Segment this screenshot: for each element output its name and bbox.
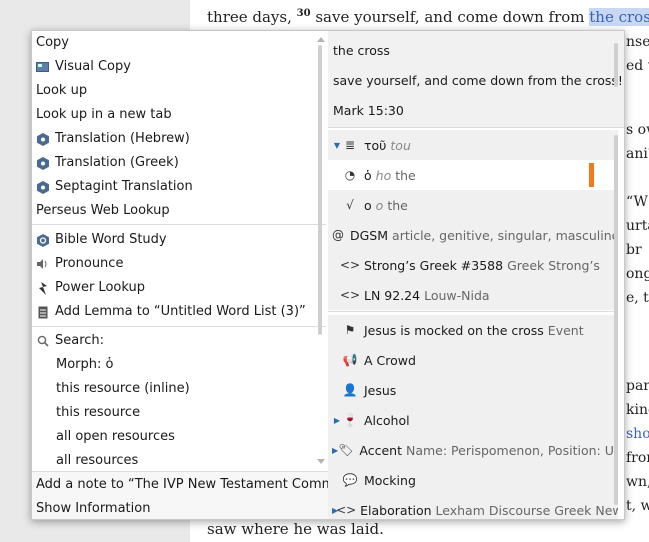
selection-text: the cross	[333, 43, 390, 58]
search-icon	[36, 335, 49, 348]
info-row-person[interactable]: 👤 Jesus	[328, 375, 618, 405]
lemma-icon: ◔	[344, 168, 356, 182]
document-line-2: saw where he was laid.	[207, 520, 384, 538]
menu-separator	[32, 326, 326, 327]
info-row-strongs[interactable]: <> Strong’s Greek #3588 Greek Strong’s	[328, 250, 618, 280]
expand-icon[interactable]: ▶	[332, 416, 342, 425]
info-row-morph[interactable]: @ DGSM article, genitive, singular, mascu…	[328, 220, 618, 250]
flag-icon: ⚑	[344, 323, 356, 337]
selection-context-text: save yourself, and come down from the cr…	[333, 73, 625, 88]
selected-text[interactable]: the cross	[589, 8, 649, 26]
menu-item-perseus-web-lookup[interactable]: Perseus Web Lookup	[36, 199, 170, 223]
info-row-word[interactable]: ▼ ≣ τοῦ tou	[328, 130, 618, 160]
lightning-icon	[36, 281, 49, 295]
list-icon	[36, 306, 49, 319]
search-morph[interactable]: Morph: ὁ	[56, 353, 113, 377]
document-line-1: three days, 30 save yourself, and come d…	[207, 8, 649, 26]
selection-indicator	[589, 163, 594, 187]
scroll-up-icon[interactable]	[317, 37, 325, 42]
menu-item-septagint-translation[interactable]: Septagint Translation	[36, 175, 193, 199]
menu-footer: Add a note to “The IVP New Testament Com…	[32, 471, 351, 519]
at-icon: @	[332, 228, 344, 242]
tag-icon: 🏷	[338, 443, 354, 457]
word-study-icon	[36, 233, 49, 247]
doc-fragment: king	[626, 402, 649, 418]
menu-item-add-note[interactable]: Add a note to “The IVP New Testament Com…	[36, 473, 351, 497]
speaker-icon	[36, 258, 49, 271]
menu-item-search: Search:	[36, 329, 104, 353]
expand-icon[interactable]: ▼	[332, 141, 342, 150]
context-menu: Copy Visual Copy Look up Look up in a ne…	[32, 31, 351, 519]
info-row-event[interactable]: ⚑ Jesus is mocked on the cross Event	[328, 315, 618, 345]
menu-scrollbar[interactable]	[318, 45, 322, 335]
doc-fragment: sho	[626, 426, 649, 442]
menu-item-copy[interactable]: Copy	[36, 31, 69, 55]
doc-fragment: t, w	[626, 498, 649, 514]
menu-item-power-lookup[interactable]: Power Lookup	[36, 276, 145, 300]
information-panel: the cross save yourself, and come down f…	[328, 31, 625, 519]
scroll-down-icon[interactable]	[317, 459, 325, 464]
megaphone-icon: 📢	[342, 353, 358, 367]
doc-fragment: “W	[626, 194, 648, 210]
info-row-accent[interactable]: ▶ 🏷 Accent Name: Perispomenon, Position: …	[328, 435, 618, 465]
info-row-mocking[interactable]: 💬 Mocking	[328, 465, 618, 495]
doc-fragment: br	[626, 242, 642, 258]
menu-item-show-information[interactable]: Show Information	[36, 497, 150, 519]
info-row-elaboration[interactable]: ▶ <> Elaboration Lexham Discourse Greek N…	[328, 495, 618, 519]
info-row-root[interactable]: √ ο o the	[328, 190, 618, 220]
doc-fragment: para	[626, 378, 649, 394]
menu-item-add-lemma[interactable]: Add Lemma to “Untitled Word List (3)”	[36, 300, 306, 324]
menu-item-look-up-new-tab[interactable]: Look up in a new tab	[36, 103, 172, 127]
doc-fragment: ani?	[626, 146, 649, 162]
doc-fragment: wn, w	[626, 474, 649, 490]
menu-item-pronounce[interactable]: Pronounce	[36, 252, 123, 276]
menu-item-look-up[interactable]: Look up	[36, 79, 87, 103]
panel-scrollbar[interactable]	[614, 135, 618, 505]
code-icon: <>	[339, 258, 361, 272]
doc-fragment: urta	[626, 218, 649, 234]
menu-item-bible-word-study[interactable]: Bible Word Study	[36, 228, 167, 252]
info-row-crowd[interactable]: 📢 A Crowd	[328, 345, 618, 375]
panel-scrollbar-top[interactable]	[614, 43, 618, 87]
speech-bubble-icon: 💬	[342, 473, 358, 487]
menu-item-translation-greek[interactable]: Translation (Greek)	[36, 151, 179, 175]
hexagon-icon	[36, 180, 49, 194]
menu-separator	[32, 224, 326, 225]
visual-copy-icon	[36, 61, 49, 74]
doc-fragment: s ow	[626, 122, 649, 138]
menu-item-translation-hebrew[interactable]: Translation (Hebrew)	[36, 127, 190, 151]
code-icon: <>	[336, 503, 357, 517]
code-icon: <>	[339, 288, 361, 302]
hexagon-icon	[36, 156, 49, 170]
root-icon: √	[346, 198, 354, 212]
info-row-alcohol[interactable]: ▶ 🍷 Alcohol	[328, 405, 618, 435]
doc-fragment: nsel	[626, 34, 649, 50]
context-popup: Copy Visual Copy Look up Look up in a ne…	[31, 30, 625, 520]
doc-fragment: fron	[626, 450, 649, 466]
menu-item-visual-copy[interactable]: Visual Copy	[36, 55, 131, 79]
info-row-lemma[interactable]: ◔ ὁ ho the	[328, 160, 618, 190]
wine-icon: 🍷	[342, 413, 358, 427]
person-icon: 👤	[342, 383, 358, 397]
info-row-louw-nida[interactable]: <> LN 92.24 Louw-Nida	[328, 280, 618, 310]
doc-fragment: e, th	[626, 290, 649, 306]
reference-link[interactable]: Mark 15:30	[333, 103, 404, 118]
search-all-open-resources[interactable]: all open resources	[56, 425, 175, 449]
doc-fragment: ed w	[626, 58, 649, 74]
search-all-resources[interactable]: all resources	[56, 449, 138, 473]
search-this-resource[interactable]: this resource	[56, 401, 140, 425]
panel-separator	[328, 311, 618, 312]
doc-fragment: ong	[626, 266, 649, 282]
search-this-resource-inline[interactable]: this resource (inline)	[56, 377, 190, 401]
selection-context: the cross save yourself, and come down f…	[328, 31, 625, 128]
hexagon-icon	[36, 132, 49, 146]
lines-icon: ≣	[344, 138, 356, 152]
